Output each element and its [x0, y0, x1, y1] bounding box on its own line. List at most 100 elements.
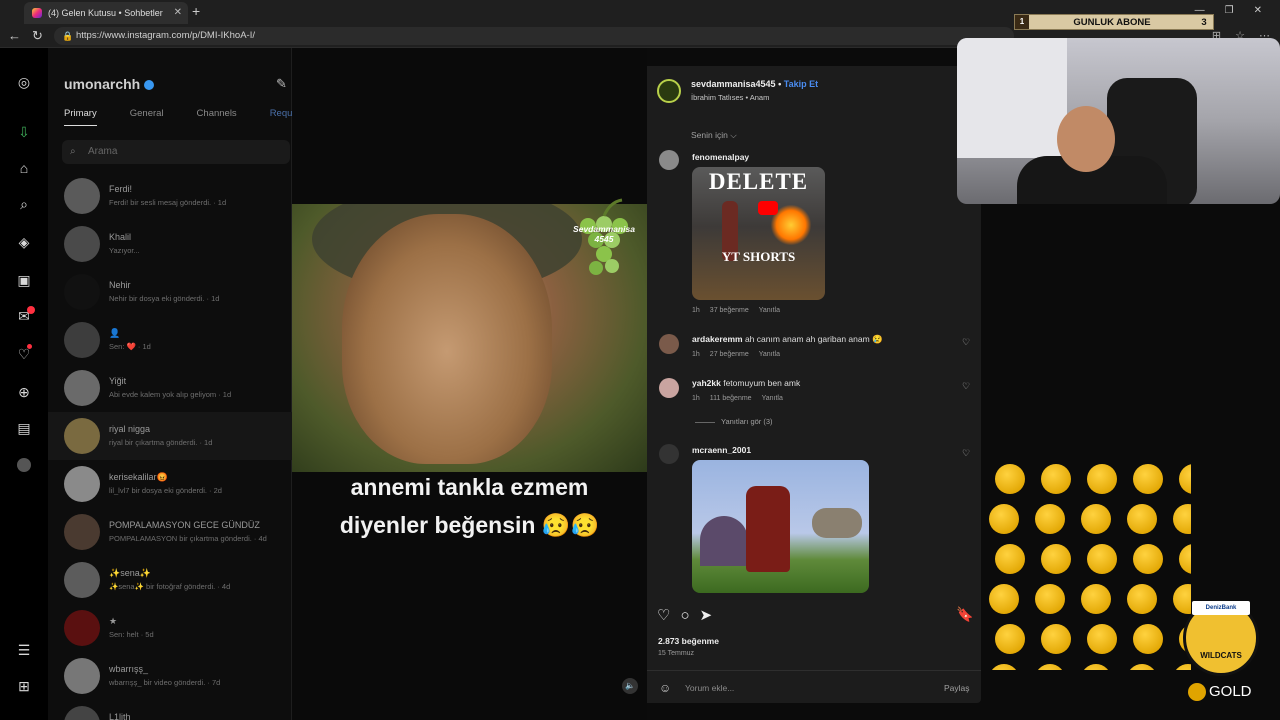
like-comment-heart-icon[interactable]: ♡	[962, 448, 970, 459]
conversation-item[interactable]: riyal nigga riyal bir çıkartma gönderdi.…	[48, 412, 292, 460]
close-window-icon[interactable]: ✕	[1254, 0, 1262, 22]
comment-gif[interactable]: DELETE YT SHORTS	[692, 167, 825, 300]
commenter-avatar[interactable]	[659, 444, 679, 464]
conversation-item[interactable]: POMPALAMASYON GECE GÜNDÜZ POMPALAMASYON …	[48, 508, 292, 556]
conversation-preview: riyal bir çıkartma gönderdi. · 1d	[109, 438, 213, 447]
comment-likes[interactable]: 27 beğenme	[710, 351, 749, 358]
conversation-item[interactable]: wbarrışş_ wbarrışş_ bir video gönderdi. …	[48, 652, 292, 700]
laughing-emoji-icon	[1133, 464, 1163, 494]
dashboard-icon[interactable]: ▤	[16, 420, 32, 436]
post-comment-button[interactable]: Paylaş	[944, 683, 970, 693]
like-comment-heart-icon[interactable]: ♡	[962, 381, 970, 392]
maximize-icon[interactable]: ❐	[1225, 0, 1234, 22]
like-comment-heart-icon[interactable]: ♡	[962, 337, 970, 348]
laughing-emoji-icon	[1179, 544, 1191, 574]
gif-rock-shape	[812, 508, 862, 538]
comment-username[interactable]: ardakeremm	[692, 334, 743, 344]
comment-likes[interactable]: 111 beğenme	[710, 395, 752, 402]
video-watermark: Sevdammanisa 4545	[573, 224, 635, 244]
reply-button[interactable]: Yanıtla	[762, 395, 783, 402]
conversation-item[interactable]: ★ Sen: helt · 5d	[48, 604, 292, 652]
laughing-emoji-icon	[1087, 544, 1117, 574]
commenter-avatar[interactable]	[659, 150, 679, 170]
follow-button[interactable]: Takip Et	[784, 79, 818, 89]
dm-search-input[interactable]: ⌕ Arama	[62, 140, 290, 164]
conversation-name: 👤	[109, 328, 121, 338]
dm-username[interactable]: umonarchh	[64, 76, 155, 92]
commenter-avatar[interactable]	[659, 334, 679, 354]
avatar	[64, 418, 100, 454]
tab-primary[interactable]: Primary	[64, 108, 97, 126]
comment-bubble-icon[interactable]: ○	[680, 607, 689, 624]
comment-body: yah2kk fetomuyum ben amk	[692, 378, 800, 388]
wildcats-badge-logo: DenizBank WILDCATS	[1183, 600, 1259, 676]
browser-tab[interactable]: (4) Gelen Kutusu • Sohbetler ✕	[24, 2, 188, 24]
conversation-item[interactable]: Ferdi! Ferdi! bir sesli mesaj gönderdi. …	[48, 172, 292, 220]
comment-sort-dropdown[interactable]: Senin için ⌵	[691, 130, 737, 141]
new-tab-button[interactable]: +	[192, 3, 200, 19]
conversation-preview: Sen: helt · 5d	[109, 630, 154, 639]
conversation-item[interactable]: kerisekalilar😡 lil_lvl7 bir dosya eki gö…	[48, 460, 292, 508]
post-like-count[interactable]: 2.873 beğenme	[658, 636, 719, 646]
emoji-background-pattern	[981, 460, 1191, 670]
laughing-emoji-icon	[1035, 504, 1065, 534]
comment-input[interactable]: Yorum ekle...	[685, 683, 734, 693]
reply-button[interactable]: Yanıtla	[759, 351, 780, 358]
url-field[interactable]: 🔒 https://www.instagram.com/p/DMI-IKhoA-…	[54, 27, 1014, 45]
laughing-emoji-icon	[1127, 504, 1157, 534]
abone-label: GUNLUK ABONE	[1073, 16, 1151, 28]
like-heart-icon[interactable]: ♡	[657, 607, 670, 624]
laughing-emoji-icon	[1127, 584, 1157, 614]
tab-channels[interactable]: Channels	[197, 108, 237, 126]
comment-gif[interactable]	[692, 460, 869, 593]
apps-icon[interactable]: ⊞	[16, 678, 32, 694]
download-icon[interactable]: ⇩	[16, 124, 32, 140]
conversation-item[interactable]: 👤 Sen: ❤️ · 1d	[48, 316, 292, 364]
mute-toggle-icon[interactable]: 🔈	[622, 678, 638, 694]
conversation-item[interactable]: Khalil Yazıyor...	[48, 220, 292, 268]
commenter-avatar[interactable]	[659, 378, 679, 398]
instagram-logo-icon[interactable]: ◎	[16, 74, 32, 90]
author-avatar[interactable]	[657, 79, 681, 103]
explore-icon[interactable]: ◈	[16, 234, 32, 250]
profile-avatar[interactable]	[17, 458, 31, 472]
conversation-name: Khalil	[109, 232, 132, 242]
reload-icon[interactable]: ↻	[32, 28, 43, 44]
save-bookmark-icon[interactable]: 🔖	[956, 606, 973, 623]
comment-username[interactable]: mcraenn_2001	[692, 445, 751, 455]
comment-username[interactable]: yah2kk	[692, 378, 721, 388]
comment-likes[interactable]: 37 beğenme	[710, 307, 749, 314]
conversation-item[interactable]: L1lith	[48, 700, 292, 720]
comment-username[interactable]: fenomenalpay	[692, 152, 749, 162]
tab-close-icon[interactable]: ✕	[174, 7, 182, 18]
laughing-emoji-icon	[995, 464, 1025, 494]
comment-meta: 1h 111 beğenme Yanıtla	[692, 395, 793, 402]
gif-rock-shape	[700, 516, 748, 566]
share-send-icon[interactable]: ➤	[700, 607, 713, 624]
new-message-icon[interactable]: ✎	[276, 76, 287, 92]
author-username[interactable]: sevdammanisa4545	[691, 79, 776, 89]
comment-text: fetomuyum ben amk	[723, 378, 801, 388]
conversation-item[interactable]: Nehir Nehir bir dosya eki gönderdi. · 1d	[48, 268, 292, 316]
back-icon[interactable]: ←	[8, 28, 21, 43]
laughing-emoji-icon	[1035, 664, 1065, 670]
home-icon[interactable]: ⌂	[16, 160, 32, 176]
reel-video[interactable]: Sevdammanisa 4545 annemi tankla ezmem di…	[292, 48, 647, 720]
view-replies-button[interactable]: Yanıtları gör (3)	[695, 417, 773, 426]
reply-button[interactable]: Yanıtla	[759, 307, 780, 314]
tab-general[interactable]: General	[130, 108, 164, 126]
emoji-picker-icon[interactable]: ☺	[659, 681, 671, 695]
reels-icon[interactable]: ▣	[16, 272, 32, 288]
conversation-item[interactable]: ✨sena✨ ✨sena✨ bir fotoğraf gönderdi. · 4…	[48, 556, 292, 604]
audio-info[interactable]: İbrahim Tatlıses • Anam	[691, 93, 769, 102]
create-icon[interactable]: ⊕	[16, 384, 32, 400]
more-menu-icon[interactable]: ☰	[16, 642, 32, 658]
avatar	[64, 322, 100, 358]
avatar	[64, 706, 100, 720]
search-icon[interactable]: ⌕	[16, 196, 32, 212]
conversation-item[interactable]: Yiğit Abi evde kalem yok alıp geliyom · …	[48, 364, 292, 412]
dm-username-text: umonarchh	[64, 76, 141, 92]
laughing-emoji-icon	[989, 504, 1019, 534]
comment-meta: 1h 27 beğenme Yanıtla	[692, 351, 790, 358]
comment-time: 1h	[692, 307, 700, 314]
